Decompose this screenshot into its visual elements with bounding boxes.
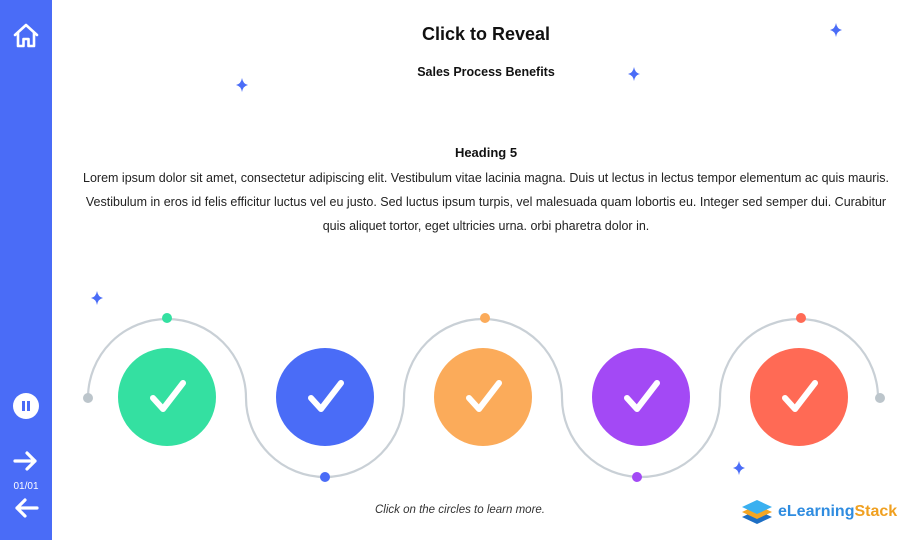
step-circle-3[interactable] — [434, 348, 532, 446]
path-dot-blue — [320, 472, 330, 482]
path-dot-orange — [480, 313, 490, 323]
step-circle-1[interactable] — [118, 348, 216, 446]
path-dot-green — [162, 313, 172, 323]
path-endpoint-dot — [83, 393, 93, 403]
path-endpoint-dot — [875, 393, 885, 403]
logo-text: eLearningStack — [778, 503, 898, 520]
sparkle-icon — [628, 67, 640, 81]
path-dot-red — [796, 313, 806, 323]
step-circle-2[interactable] — [276, 348, 374, 446]
process-diagram — [83, 23, 885, 482]
sparkle-icon — [91, 291, 103, 305]
stack-logo-icon — [742, 500, 772, 524]
sparkle-icon — [830, 23, 842, 37]
brand-logo: eLearningStack — [740, 498, 897, 526]
sparkle-icon — [236, 78, 248, 92]
sparkle-icon — [733, 461, 745, 475]
path-dot-purple — [632, 472, 642, 482]
step-circle-4[interactable] — [592, 348, 690, 446]
step-circle-5[interactable] — [750, 348, 848, 446]
